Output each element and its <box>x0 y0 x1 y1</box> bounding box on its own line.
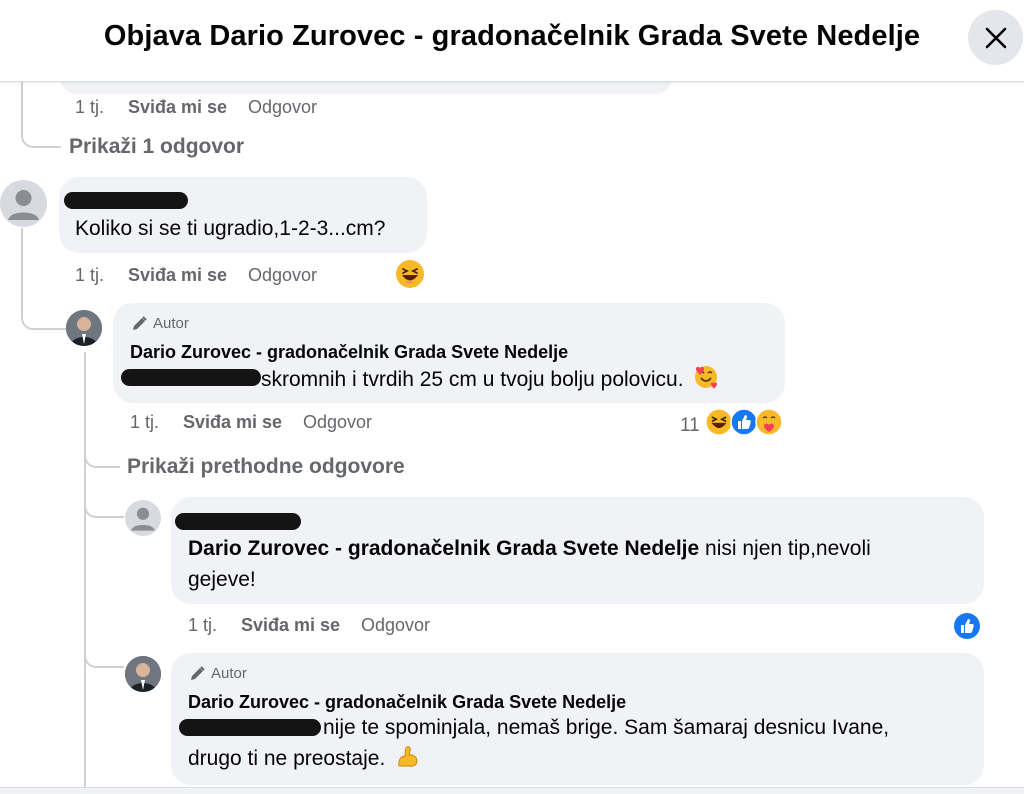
care-emoji-icon[interactable] <box>755 408 783 436</box>
pen-icon <box>191 666 205 680</box>
close-icon <box>985 27 1006 48</box>
comment-time[interactable]: 1 tj. <box>188 615 217 636</box>
like-button[interactable]: Sviđa mi se <box>128 97 227 118</box>
bottom-scroll-edge <box>0 787 1024 794</box>
comment-text-body: skromnih i tvrdih 25 cm u tvoju bolju po… <box>261 368 684 391</box>
author-badge: Autor <box>189 665 247 682</box>
comment-text: drugo ti ne preostaje. <box>188 743 421 774</box>
thread-connector <box>84 448 120 468</box>
reaction-count[interactable]: 11 <box>680 415 700 437</box>
avatar[interactable] <box>125 500 161 536</box>
haha-emoji-icon[interactable] <box>395 259 425 289</box>
redacted-name <box>179 719 321 736</box>
comment-bubble: Dario Zurovec - gradonačelnik Grada Svet… <box>171 497 984 604</box>
reply-button[interactable]: Odgovor <box>248 97 317 118</box>
comment-time[interactable]: 1 tj. <box>75 265 104 286</box>
dialog-header: Objava Dario Zurovec - gradonačelnik Gra… <box>0 0 1024 82</box>
comment-text-line2: gejeve! <box>188 568 256 591</box>
comment-time[interactable]: 1 tj. <box>130 412 159 433</box>
comment-text: Koliko si se ti ugradio,1-2-3...cm? <box>75 217 386 240</box>
thread-connector <box>21 296 66 330</box>
default-avatar-icon <box>8 190 39 220</box>
like-button[interactable]: Sviđa mi se <box>128 265 227 286</box>
profile-photo <box>66 310 102 346</box>
close-button[interactable] <box>968 10 1023 65</box>
author-badge-label: Autor <box>211 665 247 682</box>
thread-connector <box>21 120 61 148</box>
thread-connector <box>84 646 124 668</box>
comment-actions: 1 tj. Sviđa mi se Odgovor <box>75 97 375 121</box>
redacted-name <box>121 369 261 386</box>
default-avatar-icon <box>131 507 155 531</box>
reply-button[interactable]: Odgovor <box>361 615 430 636</box>
comment-actions: 1 tj. Sviđa mi se Odgovor <box>75 265 375 289</box>
like-button[interactable]: Sviđa mi se <box>241 615 340 636</box>
comment-bubble: Autor Dario Zurovec - gradonačelnik Grad… <box>113 303 785 403</box>
reply-button[interactable]: Odgovor <box>248 265 317 286</box>
redacted-name <box>175 513 301 530</box>
comment-actions: 1 tj. Sviđa mi se Odgovor <box>188 615 508 639</box>
redacted-name <box>64 192 188 209</box>
smiling-hearts-emoji-icon <box>695 366 718 389</box>
reply-button[interactable]: Odgovor <box>303 412 372 433</box>
mention-link[interactable]: Dario Zurovec - gradonačelnik Grada Svet… <box>188 537 699 560</box>
comment-actions: 1 tj. Sviđa mi se Odgovor <box>130 412 450 436</box>
comment-text-line1: nije te spominjala, nemaš brige. Sam šam… <box>323 716 890 739</box>
author-avatar[interactable] <box>66 310 102 346</box>
comment-text-line1: nisi njen tip,nevoli <box>705 537 871 560</box>
comment-bubble: Autor Dario Zurovec - gradonačelnik Grad… <box>171 653 984 785</box>
like-reaction-icon[interactable] <box>953 612 981 640</box>
comment-time[interactable]: 1 tj. <box>75 97 104 118</box>
comment-text-line2: drugo ti ne preostaje. <box>188 747 386 770</box>
like-reaction-icon[interactable] <box>730 408 758 436</box>
haha-emoji-icon[interactable] <box>705 408 733 436</box>
comment-author[interactable]: Dario Zurovec - gradonačelnik Grada Svet… <box>188 692 626 713</box>
comment-bubble: Koliko si se ti ugradio,1-2-3...cm? <box>59 177 427 253</box>
dialog-title: Objava Dario Zurovec - gradonačelnik Gra… <box>103 20 921 52</box>
comment-author[interactable]: Dario Zurovec - gradonačelnik Grada Svet… <box>130 342 568 363</box>
comment-text: Dario Zurovec - gradonačelnik Grada Svet… <box>188 533 968 595</box>
avatar[interactable] <box>0 180 47 227</box>
flexed-biceps-emoji-icon <box>398 746 418 767</box>
author-avatar[interactable] <box>125 656 161 692</box>
thread-line <box>84 352 86 794</box>
pen-icon <box>133 316 147 330</box>
show-replies-link[interactable]: Prikaži 1 odgovor <box>69 135 244 159</box>
show-previous-replies-link[interactable]: Prikaži prethodne odgovore <box>127 455 405 479</box>
author-badge: Autor <box>131 315 189 332</box>
author-badge-label: Autor <box>153 315 189 332</box>
like-button[interactable]: Sviđa mi se <box>183 412 282 433</box>
thread-connector <box>84 496 124 518</box>
profile-photo <box>125 656 161 692</box>
comment-text: skromnih i tvrdih 25 cm u tvoju bolju po… <box>261 364 719 395</box>
